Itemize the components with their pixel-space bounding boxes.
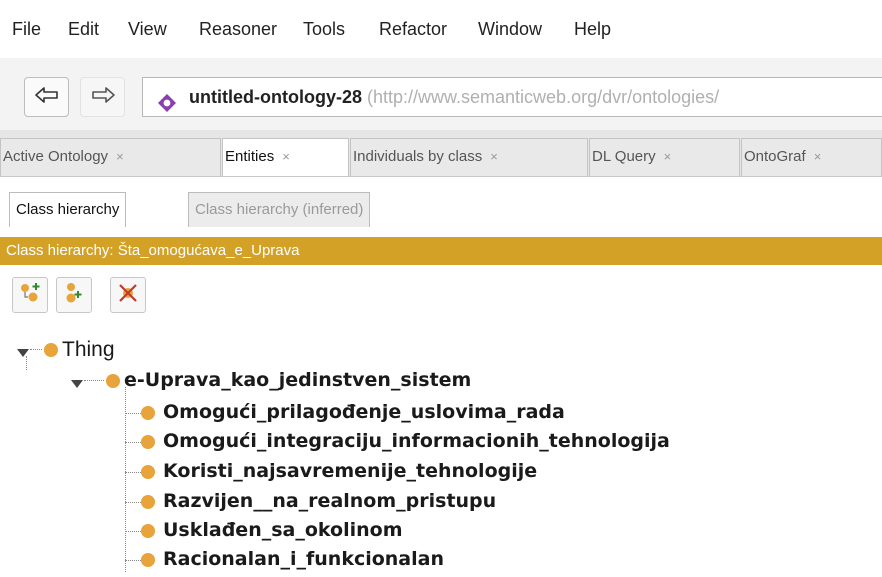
class-label: Racionalan_i_funkcionalan [163,548,444,570]
tree-connector [125,502,141,503]
forward-arrow-icon [90,86,116,109]
collapse-triangle-icon[interactable] [70,373,84,397]
tab-label: Individuals by class [353,148,483,165]
add-sibling-icon [62,281,86,310]
tab-class-hierarchy-inferred[interactable]: Class hierarchy (inferred) [188,192,371,227]
menu-view[interactable]: View [128,19,167,40]
menu-window[interactable]: Window [478,19,542,40]
close-icon[interactable]: × [490,149,498,164]
ontology-selector[interactable]: untitled-ontology-28 (http://www.semanti… [142,77,882,117]
class-label: Koristi_najsavremenije_tehnologije [163,460,538,482]
class-label: Omogući_prilagođenje_uslovima_rada [163,401,565,423]
class-icon [141,465,155,479]
collapse-triangle-icon[interactable] [16,342,30,366]
workspace-tab-bar: Active Ontology × Entities × Individuals b… [0,130,882,177]
menu-reasoner[interactable]: Reasoner [199,19,277,40]
menu-file[interactable]: File [12,19,41,40]
menu-help[interactable]: Help [574,19,611,40]
tab-label: DL Query [592,148,656,165]
class-label: Omogući_integraciju_informacionih_tehnol… [163,430,670,452]
tab-individuals-by-class[interactable]: Individuals by class × [350,138,588,176]
close-icon[interactable]: × [664,149,672,164]
delete-class-button[interactable] [110,277,146,313]
menu-refactor[interactable]: Refactor [379,19,447,40]
class-icon [141,524,155,538]
class-label: Usklađen_sa_okolinom [163,519,403,541]
class-icon [141,495,155,509]
back-button[interactable] [24,77,69,117]
ontology-diamond-icon [157,88,177,116]
tab-ontograf[interactable]: OntoGraf × [741,138,882,176]
add-subclass-button[interactable] [12,277,48,313]
tab-dl-query[interactable]: DL Query × [589,138,740,176]
ontology-title: untitled-ontology-28 (http://www.semanti… [189,78,719,116]
tree-connector [125,531,141,532]
tab-label: Active Ontology [3,148,109,165]
view-header: Class hierarchy: Šta_omogućava_e_Uprava [0,237,882,265]
close-icon[interactable]: × [116,149,124,164]
class-icon [141,435,155,449]
class-icon [141,406,155,420]
menu-edit[interactable]: Edit [68,19,99,40]
class-label: Razvijen__na_realnom_pristupu [163,490,497,512]
menu-bar: File Edit View Reasoner Tools Refactor W… [0,0,882,58]
back-arrow-icon [34,86,60,109]
class-icon [44,343,58,357]
forward-button[interactable] [80,77,125,117]
delete-class-icon [116,281,140,310]
navigation-bar: untitled-ontology-28 (http://www.semanti… [0,58,882,130]
tab-label: Entities [225,148,275,165]
tab-class-hierarchy[interactable]: Class hierarchy [9,192,127,227]
tab-active-ontology[interactable]: Active Ontology × [0,138,221,176]
menu-tools[interactable]: Tools [303,19,345,40]
class-hierarchy-tree: Thing e-Uprava_kao_jedinstven_sistem Omo… [0,330,882,577]
class-toolbar [0,265,882,330]
class-icon [106,374,120,388]
view-tab-bar: Class hierarchy Class hierarchy (inferre… [0,177,882,235]
add-sibling-button[interactable] [56,277,92,313]
ontology-url: (http://www.semanticweb.org/dvr/ontologi… [367,87,720,107]
tree-connector [125,442,141,443]
tree-connector [125,560,141,561]
tree-connector [30,349,42,350]
class-icon [141,553,155,567]
ontology-name: untitled-ontology-28 [189,87,362,107]
close-icon[interactable]: × [814,149,822,164]
tree-connector [125,472,141,473]
class-label: Thing [62,338,115,361]
tree-connector [125,413,141,414]
class-label: e-Uprava_kao_jedinstven_sistem [124,369,472,391]
tab-entities[interactable]: Entities × [222,138,349,176]
close-icon[interactable]: × [282,149,290,164]
tree-connector [125,387,126,572]
tree-connector [84,380,104,381]
add-subclass-icon [18,281,42,310]
tab-label: OntoGraf [744,148,806,165]
